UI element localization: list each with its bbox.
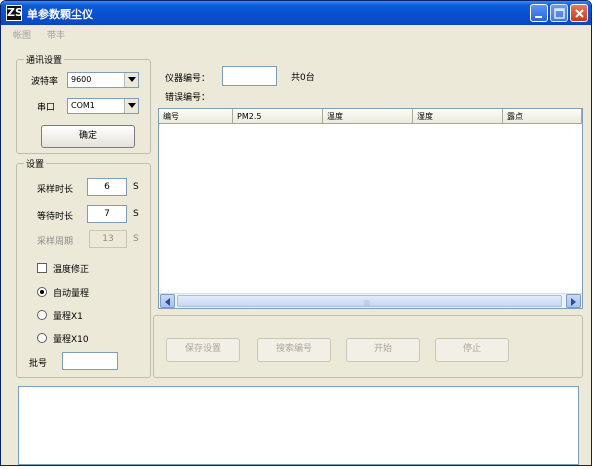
range-x10-label: 量程X10 <box>53 335 89 345</box>
range-x1-radio[interactable] <box>37 310 47 320</box>
baud-rate-label: 波特率 <box>31 77 59 87</box>
column-header-dew-point[interactable]: 露点 <box>503 109 582 124</box>
settings-legend: 设置 <box>24 157 47 170</box>
column-header-id[interactable]: 编号 <box>159 109 233 124</box>
window-title: 单参数颗尘仪 <box>27 8 93 21</box>
save-settings-button[interactable]: 保存设置 <box>166 338 240 362</box>
comm-settings-legend: 通讯设置 <box>24 53 65 66</box>
app-icon: ZS <box>6 5 23 21</box>
output-log[interactable] <box>18 386 579 465</box>
serial-port-select[interactable]: COM1 <box>67 98 139 114</box>
dropdown-arrow-icon <box>128 103 136 108</box>
maximize-button[interactable] <box>550 4 568 22</box>
scrollbar-thumb[interactable]: ||| <box>177 295 562 307</box>
column-header-temperature[interactable]: 温度 <box>323 109 413 124</box>
wait-duration-label: 等待时长 <box>37 212 74 222</box>
device-id-input[interactable] <box>222 66 277 86</box>
menu-bar: 帐图 带丰 <box>1 25 591 41</box>
main-window: ZS 单参数颗尘仪 帐图 带丰 通讯设置 波特率 9600 串口 COM1 确定… <box>0 0 592 466</box>
sample-duration-unit: S <box>133 182 139 192</box>
column-header-pm25[interactable]: PM2.5 <box>233 109 323 124</box>
serial-port-label: 串口 <box>37 103 56 113</box>
scroll-right-icon <box>571 298 576 306</box>
baud-rate-select[interactable]: 9600 <box>67 72 139 88</box>
sample-duration-input[interactable]: 6 <box>87 178 127 196</box>
close-button[interactable] <box>570 4 588 22</box>
search-id-button[interactable]: 搜索编号 <box>257 338 331 362</box>
confirm-button[interactable]: 确定 <box>41 125 135 148</box>
horizontal-scrollbar[interactable]: ||| <box>159 293 582 308</box>
column-header-humidity[interactable]: 湿度 <box>413 109 503 124</box>
auto-range-radio[interactable] <box>37 287 47 297</box>
data-table[interactable]: 编号 PM2.5 温度 湿度 露点 ||| <box>158 108 583 309</box>
auto-range-label: 自动量程 <box>53 289 90 299</box>
serial-port-dropdown-button[interactable] <box>124 99 138 113</box>
settings-group: 设置 采样时长 6 S 等待时长 7 S 采样周期 13 S 温度修正 自动量程… <box>16 157 151 378</box>
range-x10-radio[interactable] <box>37 333 47 343</box>
scrollbar-grip: ||| <box>364 300 371 307</box>
radio-selected-dot <box>40 290 44 294</box>
scroll-left-button[interactable] <box>160 294 175 308</box>
minimize-button[interactable] <box>530 4 548 22</box>
minimize-icon <box>535 16 542 18</box>
sample-period-input: 13 <box>89 230 127 248</box>
serial-port-value: COM1 <box>71 101 95 110</box>
temp-correction-label: 温度修正 <box>53 265 90 275</box>
sample-duration-label: 采样时长 <box>37 185 74 195</box>
start-button[interactable]: 开始 <box>346 338 420 362</box>
maximize-icon <box>554 8 565 19</box>
scroll-left-icon <box>165 298 170 306</box>
comm-settings-group: 通讯设置 波特率 9600 串口 COM1 确定 <box>16 53 151 154</box>
title-bar[interactable]: ZS 单参数颗尘仪 <box>1 1 591 25</box>
wait-duration-input[interactable]: 7 <box>87 205 127 223</box>
menu-item-view[interactable]: 帐图 <box>13 28 31 41</box>
batch-input[interactable] <box>62 352 118 370</box>
baud-rate-value: 9600 <box>71 75 92 84</box>
device-count-text: 共0台 <box>291 73 315 83</box>
error-id-label: 错误编号： <box>165 93 211 103</box>
sample-period-label: 采样周期 <box>37 237 74 247</box>
stop-button[interactable]: 停止 <box>435 338 509 362</box>
range-x1-label: 量程X1 <box>53 312 83 322</box>
baud-rate-dropdown-button[interactable] <box>124 73 138 87</box>
batch-label: 批号 <box>29 359 48 369</box>
wait-duration-unit: S <box>133 209 139 219</box>
device-id-label: 仪器编号： <box>165 74 211 84</box>
action-panel: 保存设置 搜索编号 开始 停止 <box>153 315 583 378</box>
dropdown-arrow-icon <box>128 77 136 82</box>
temp-correction-checkbox[interactable] <box>37 263 47 273</box>
menu-item-help[interactable]: 带丰 <box>47 28 65 41</box>
sample-period-unit: S <box>133 234 139 244</box>
scroll-right-button[interactable] <box>566 294 581 308</box>
close-icon <box>575 9 584 18</box>
table-header: 编号 PM2.5 温度 湿度 露点 <box>159 109 582 124</box>
